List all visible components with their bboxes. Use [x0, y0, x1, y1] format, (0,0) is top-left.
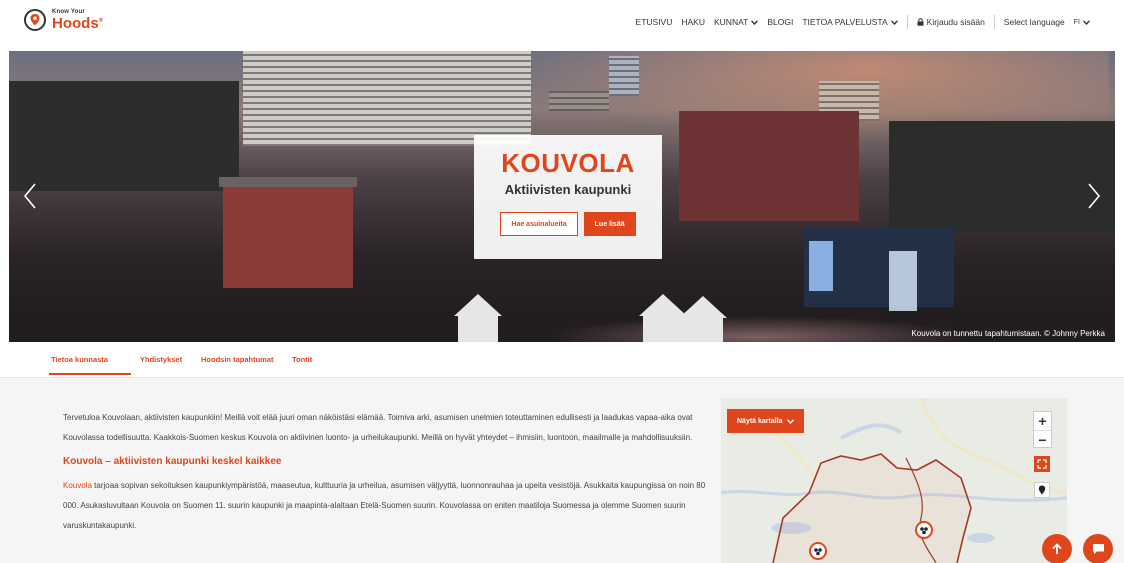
hero-building	[243, 51, 389, 146]
marker-toggle-button[interactable]	[1034, 482, 1050, 498]
show-on-map-button[interactable]: Näytä kartalla	[727, 409, 804, 433]
hero-building	[549, 91, 609, 111]
arrow-up-icon	[1052, 543, 1062, 554]
hero-stage-light	[809, 241, 833, 291]
hero-tent	[458, 316, 498, 342]
marker-icon	[1038, 485, 1046, 495]
nav-divider	[993, 15, 995, 29]
login-link[interactable]: Kirjaudu sisään	[917, 17, 985, 27]
nav-blogi[interactable]: BLOGI	[767, 17, 793, 27]
chat-icon	[1092, 544, 1104, 554]
hero-tent	[679, 296, 727, 318]
hero-title: KOUVOLA	[501, 148, 635, 178]
hero-stage-light	[889, 251, 917, 311]
tab-bar: Tietoa kunnasta Yhdistykset Hoodsin tapa…	[0, 342, 1124, 378]
hero-tent	[683, 318, 723, 342]
nav-kunnat[interactable]: KUNNAT	[714, 17, 759, 27]
hero-crowd	[549, 316, 969, 342]
language-select[interactable]: Select language	[1004, 17, 1065, 27]
fullscreen-icon	[1037, 459, 1047, 469]
chevron-down-icon	[890, 19, 898, 25]
zoom-controls: + −	[1033, 411, 1052, 448]
tab-tontit[interactable]: Tontit	[292, 355, 312, 364]
article: Tervetuloa Kouvolaan, aktiivisten kaupun…	[63, 408, 713, 540]
site-logo[interactable]: Know Your Hoods®	[24, 9, 103, 31]
tab-tietoa-kunnasta[interactable]: Tietoa kunnasta	[51, 355, 108, 364]
tab-yhdistykset[interactable]: Yhdistykset	[140, 355, 182, 364]
nav-haku[interactable]: HAKU	[681, 17, 705, 27]
map-location-marker[interactable]	[915, 521, 933, 539]
hero-tent	[643, 316, 683, 342]
language-dropdown[interactable]: FI	[1074, 19, 1090, 26]
hero-building	[609, 56, 639, 96]
nav-divider	[906, 15, 908, 29]
chevron-down-icon	[751, 19, 759, 25]
main-content: Tervetuloa Kouvolaan, aktiivisten kaupun…	[0, 378, 1124, 563]
map-location-marker[interactable]	[809, 542, 827, 560]
hero-building	[219, 177, 357, 187]
chat-button[interactable]	[1083, 534, 1113, 563]
hero-building	[9, 81, 239, 191]
hero-building	[223, 183, 353, 288]
lock-icon	[917, 18, 924, 26]
hero-tent	[454, 294, 502, 316]
nav-tietoa-palvelusta[interactable]: TIETOA PALVELUSTA	[802, 17, 898, 27]
main-nav: ETUSIVU HAKU KUNNAT BLOGI TIETOA PALVELU…	[627, 15, 1090, 29]
read-more-button[interactable]: Lue lisää	[583, 212, 636, 236]
hero-building	[679, 111, 859, 221]
active-tab-indicator	[49, 373, 131, 375]
site-header: Know Your Hoods® ETUSIVU HAKU KUNNAT BLO…	[0, 0, 1124, 48]
zoom-out-button[interactable]: −	[1034, 430, 1051, 448]
map-widget[interactable]: Näytä kartalla + −	[721, 398, 1067, 563]
location-pin-icon	[24, 9, 46, 31]
nav-etusivu[interactable]: ETUSIVU	[636, 17, 673, 27]
hero-building	[389, 51, 531, 146]
zoom-in-button[interactable]: +	[1034, 412, 1051, 430]
fullscreen-button[interactable]	[1034, 456, 1050, 472]
hero-building	[889, 121, 1115, 231]
hero-subtitle: Aktiivisten kaupunki	[504, 182, 632, 197]
search-areas-button[interactable]: Hae asuinalueita	[500, 212, 578, 236]
arrow-left-icon[interactable]	[23, 183, 37, 209]
chevron-down-icon	[786, 418, 794, 424]
chevron-down-icon	[1083, 19, 1090, 25]
people-icon	[814, 548, 822, 556]
section-heading: Kouvola – aktiivisten kaupunki keskel ka…	[63, 456, 282, 467]
logo-wordmark: Hoods®	[52, 15, 104, 32]
kouvola-link[interactable]: Kouvola	[63, 481, 92, 490]
hero-banner: KOUVOLA Aktiivisten kaupunki Hae asuinal…	[9, 51, 1115, 342]
body-paragraph: Kouvola tarjoaa sopivan sekoituksen kaup…	[63, 481, 706, 530]
tab-hoodsin-tapahtumat[interactable]: Hoodsin tapahtumat	[201, 355, 274, 364]
arrow-right-icon[interactable]	[1087, 183, 1101, 209]
hero-caption: Kouvola on tunnettu tapahtumistaan. © Jo…	[911, 329, 1105, 338]
intro-paragraph: Tervetuloa Kouvolaan, aktiivisten kaupun…	[63, 413, 693, 442]
scroll-to-top-button[interactable]	[1042, 534, 1072, 563]
people-icon	[920, 527, 928, 535]
hero-card: KOUVOLA Aktiivisten kaupunki Hae asuinal…	[474, 135, 662, 259]
